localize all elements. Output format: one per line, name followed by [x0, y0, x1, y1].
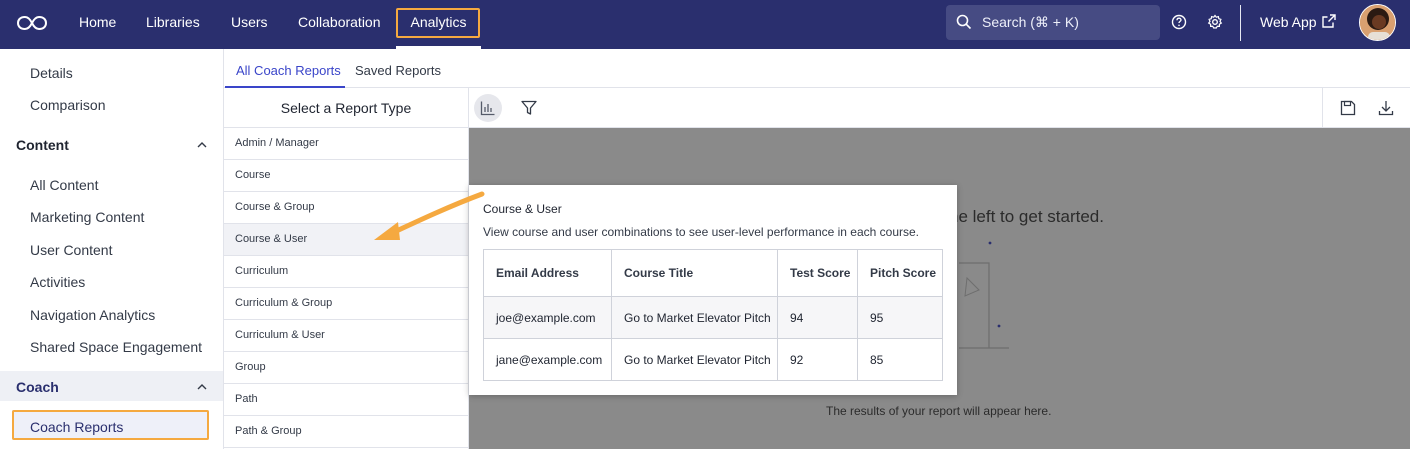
sidebar-item-all-content[interactable]: All Content [30, 177, 98, 193]
table-row: joe@example.com Go to Market Elevator Pi… [483, 296, 943, 339]
table-cell-test-score: 94 [777, 296, 858, 339]
report-tabs: All Coach Reports Saved Reports [224, 49, 1410, 88]
preview-description: View course and user combinations to see… [483, 225, 920, 239]
search-placeholder: Search (⌘ + K) [982, 14, 1079, 30]
sidebar-item-coach-reports[interactable]: Coach Reports [30, 419, 123, 435]
avatar-portrait-icon [1360, 5, 1395, 40]
report-type-header: Select a Report Type [224, 88, 469, 128]
nav-collaboration[interactable]: Collaboration [298, 0, 381, 49]
table-cell-pitch-score: 95 [857, 296, 943, 339]
bar-chart-icon [480, 101, 495, 116]
report-type-curriculum-group[interactable]: Curriculum & Group [224, 288, 468, 320]
header-divider [1240, 5, 1241, 41]
get-started-hint: he left to get started. [949, 207, 1104, 226]
column-header-email: Email Address [483, 249, 612, 297]
search-icon [956, 14, 972, 30]
table-cell-email: joe@example.com [483, 296, 612, 339]
table-header-row: Email Address Course Title Test Score Pi… [483, 249, 943, 297]
tab-saved-reports[interactable]: Saved Reports [355, 63, 441, 78]
report-type-preview-card: Course & User View course and user combi… [469, 185, 957, 395]
chevron-up-icon[interactable] [196, 139, 208, 151]
table-cell-course-title: Go to Market Elevator Pitch [611, 338, 778, 381]
report-toolbar [469, 88, 1410, 128]
table-cell-test-score: 92 [777, 338, 858, 381]
sidebar-item-details[interactable]: Details [30, 65, 73, 81]
column-header-pitch-score: Pitch Score [857, 249, 943, 297]
table-cell-pitch-score: 85 [857, 338, 943, 381]
report-type-list: Admin / Manager Course Course & Group Co… [224, 128, 469, 449]
web-app-link[interactable]: Web App [1260, 14, 1317, 30]
report-type-group[interactable]: Group [224, 352, 468, 384]
results-empty-text: The results of your report will appear h… [826, 404, 1052, 418]
table-cell-course-title: Go to Market Elevator Pitch [611, 296, 778, 339]
tab-all-coach-reports[interactable]: All Coach Reports [236, 63, 341, 78]
logo-icon[interactable] [17, 12, 47, 34]
gear-icon[interactable] [1206, 13, 1224, 31]
report-type-course[interactable]: Course [224, 160, 468, 192]
report-type-path[interactable]: Path [224, 384, 468, 416]
report-type-curriculum[interactable]: Curriculum [224, 256, 468, 288]
sidebar-item-marketing-content[interactable]: Marketing Content [30, 209, 144, 225]
column-header-test-score: Test Score [777, 249, 858, 297]
top-navigation-bar: Home Libraries Users Collaboration Analy… [0, 0, 1410, 49]
user-avatar[interactable] [1359, 4, 1396, 41]
sidebar-item-user-content[interactable]: User Content [30, 242, 112, 258]
table-cell-email: jane@example.com [483, 338, 612, 381]
report-type-course-user[interactable]: Course & User [224, 224, 468, 256]
sidebar-section-coach[interactable]: Coach [16, 379, 59, 395]
report-type-curriculum-user[interactable]: Curriculum & User [224, 320, 468, 352]
report-type-path-group[interactable]: Path & Group [224, 416, 468, 448]
nav-home[interactable]: Home [79, 0, 116, 49]
toolbar-divider [1322, 88, 1323, 128]
nav-users[interactable]: Users [231, 0, 268, 49]
report-type-course-group[interactable]: Course & Group [224, 192, 468, 224]
analytics-sidebar: Details Comparison Content All Content M… [0, 49, 224, 449]
report-type-admin-manager[interactable]: Admin / Manager [224, 128, 468, 160]
save-icon[interactable] [1339, 99, 1357, 117]
sidebar-section-content[interactable]: Content [16, 137, 69, 153]
sidebar-item-comparison[interactable]: Comparison [30, 97, 105, 113]
sidebar-item-shared-space-engagement[interactable]: Shared Space Engagement [30, 339, 202, 355]
external-link-icon[interactable] [1322, 14, 1336, 28]
table-row: jane@example.com Go to Market Elevator P… [483, 338, 943, 381]
chevron-up-icon[interactable] [196, 381, 208, 393]
nav-libraries[interactable]: Libraries [146, 0, 200, 49]
download-icon[interactable] [1377, 99, 1395, 117]
sidebar-item-activities[interactable]: Activities [30, 274, 85, 290]
help-icon[interactable] [1170, 13, 1188, 31]
sidebar-item-navigation-analytics[interactable]: Navigation Analytics [30, 307, 155, 323]
chart-view-button[interactable] [474, 94, 502, 122]
column-header-course-title: Course Title [611, 249, 778, 297]
preview-title: Course & User [483, 202, 562, 216]
search-box[interactable]: Search (⌘ + K) [946, 5, 1160, 40]
filter-icon[interactable] [520, 99, 538, 117]
nav-analytics[interactable]: Analytics [396, 0, 481, 49]
preview-sample-table: Email Address Course Title Test Score Pi… [483, 249, 943, 381]
